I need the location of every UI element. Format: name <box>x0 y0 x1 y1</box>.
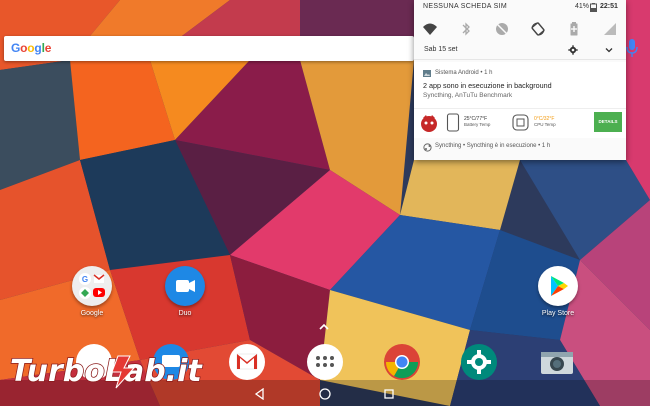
duo-icon <box>165 266 205 306</box>
nav-home-icon[interactable] <box>319 388 331 400</box>
duo-label: Duo <box>178 310 192 317</box>
auto-rotate-icon[interactable] <box>530 21 546 37</box>
notification-title: 2 app sono in esecuzione in background <box>423 81 552 90</box>
battery-percentage: 41% <box>575 3 590 10</box>
microphone-icon[interactable] <box>624 38 640 58</box>
antutu-icon[interactable] <box>419 113 439 133</box>
nav-back-icon[interactable] <box>254 388 265 400</box>
app-drawer-up-arrow-icon[interactable] <box>318 323 330 331</box>
settings-icon[interactable] <box>460 343 498 381</box>
mobile-signal-icon[interactable] <box>602 21 618 37</box>
cpu-chip-icon <box>512 114 529 131</box>
gmail-icon[interactable] <box>228 343 266 381</box>
syncthing-text: Syncthing • Syncthing è in esecuzione • … <box>435 143 551 149</box>
google-apps-grid-icon: G <box>79 273 105 299</box>
play-triangle-icon <box>551 276 568 296</box>
video-camera-icon <box>176 280 195 292</box>
play-store-label: Play Store <box>541 310 575 317</box>
svg-text:G: G <box>82 275 88 284</box>
camera-icon[interactable] <box>538 343 576 381</box>
cpu-temp-block: 0°C/32°F CPU Temp <box>534 116 556 127</box>
turbolab-watermark-logo: TurboLab.it <box>9 353 204 390</box>
chevron-down-icon[interactable] <box>605 46 613 54</box>
battery-saver-icon[interactable] <box>566 21 582 37</box>
google-logo: Google <box>11 41 52 55</box>
google-folder-label: Google <box>80 310 104 317</box>
date-label: Sab 15 set <box>424 46 458 53</box>
battery-temp-block: 25°C/77°F Battery Temp <box>464 116 490 127</box>
duo-app[interactable]: Duo <box>145 266 225 322</box>
background-apps-notification[interactable]: Sistema Android • 1 h 2 app sono in esec… <box>414 62 626 138</box>
google-search-bar[interactable]: Google <box>4 36 414 61</box>
battery-icon <box>590 3 597 12</box>
carrier-label: NESSUNA SCHEDA SIM <box>423 3 507 10</box>
settings-gear-icon[interactable] <box>568 45 578 55</box>
do-not-disturb-icon[interactable] <box>494 21 510 37</box>
quick-settings-row <box>414 18 626 40</box>
svg-text:TurboLab.it: TurboLab.it <box>10 354 203 389</box>
syncthing-notification[interactable]: Syncthing • Syncthing è in esecuzione • … <box>414 140 626 158</box>
chrome-icon[interactable] <box>383 343 421 381</box>
app-drawer-icon[interactable] <box>306 343 344 381</box>
clock: 22:51 <box>600 3 618 10</box>
android-system-icon <box>423 70 431 77</box>
notification-subtitle: Syncthing, AnTuTu Benchmark <box>423 92 513 99</box>
bluetooth-icon[interactable] <box>458 21 474 37</box>
syncthing-icon <box>423 143 432 152</box>
google-folder[interactable]: G Google <box>52 266 132 322</box>
notification-header: Sistema Android • 1 h <box>435 70 493 76</box>
play-store-app[interactable]: Play Store <box>518 266 598 322</box>
notification-shade[interactable]: NESSUNA SCHEDA SIM 41% 22:51 Sab 15 set … <box>414 0 626 160</box>
cpu-temp-label: CPU Temp <box>534 122 556 127</box>
battery-temp-label: Battery Temp <box>464 122 491 127</box>
antutu-monitor-row: 25°C/77°F Battery Temp 0°C/32°F CPU Temp… <box>414 108 626 136</box>
play-store-icon <box>538 266 578 306</box>
shade-status-bar: NESSUNA SCHEDA SIM 41% 22:51 <box>414 0 626 16</box>
date-row: Sab 15 set <box>414 40 626 60</box>
google-folder-icon: G <box>72 266 112 306</box>
phone-outline-icon <box>446 113 460 132</box>
details-button[interactable]: DETAILS <box>594 112 622 132</box>
nav-recents-icon[interactable] <box>384 389 394 399</box>
wifi-icon[interactable] <box>422 21 438 37</box>
